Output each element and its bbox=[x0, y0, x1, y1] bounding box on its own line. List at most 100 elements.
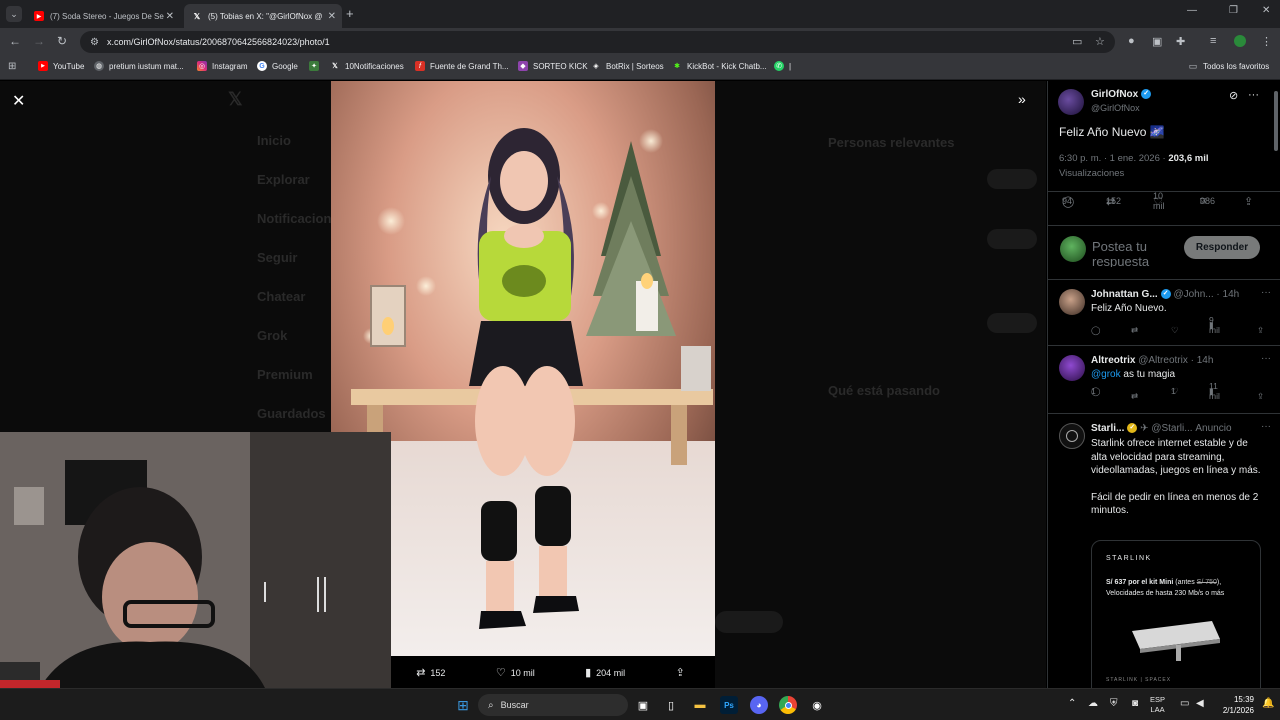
reply-author[interactable]: Altreotrix @Altreotrix · 14h bbox=[1091, 355, 1213, 366]
windows-start-icon[interactable]: ⊞ bbox=[454, 696, 472, 714]
more-options-icon[interactable]: ··· bbox=[1261, 421, 1271, 432]
bookmark-notificaciones[interactable]: 𝕏 10Notificaciones bbox=[330, 61, 404, 71]
profile-avatar-icon[interactable] bbox=[1234, 35, 1246, 50]
reply-item[interactable]: Johnattan G... ✓ @John... · 14h ··· Feliz… bbox=[1048, 281, 1280, 345]
author-handle[interactable]: @GirlOfNox bbox=[1091, 103, 1140, 113]
taskbar-search[interactable]: ⌕ Buscar bbox=[478, 694, 628, 716]
retweet-icon[interactable]: ⇄ bbox=[1131, 325, 1138, 336]
reply-avatar[interactable] bbox=[1059, 289, 1085, 315]
reading-list-icon[interactable]: ≡ bbox=[1210, 35, 1216, 47]
bookmark-kickbot[interactable]: ✱ KickBot - Kick Chatb... bbox=[672, 61, 767, 71]
tray-shield-icon[interactable]: ⛨ bbox=[1110, 698, 1118, 709]
composer-avatar bbox=[1060, 236, 1086, 262]
reply-author[interactable]: Johnattan G... ✓ @John... · 14h bbox=[1091, 289, 1239, 300]
heart-icon[interactable]: ♡ bbox=[1171, 325, 1179, 336]
forward-arrow-icon[interactable]: → bbox=[33, 34, 45, 48]
bookmark-label: pretium iustum mat... bbox=[109, 61, 184, 71]
reply-avatar[interactable] bbox=[1059, 355, 1085, 381]
tray-expand-icon[interactable]: ⌃ bbox=[1068, 698, 1076, 709]
bookmark-count: 986 bbox=[1200, 196, 1216, 206]
task-view-icon[interactable]: ▣ bbox=[634, 696, 652, 714]
tab-label: (5) Tobias en X: "@GirlOfNox @ bbox=[208, 11, 323, 21]
ghost-nav-premium: Premium bbox=[257, 367, 313, 382]
post-views-label: Visualizaciones bbox=[1059, 168, 1125, 179]
app-icon[interactable]: ▯ bbox=[662, 696, 680, 714]
reload-icon[interactable]: ↻ bbox=[57, 34, 67, 48]
bookmark-star-icon[interactable]: ☆ bbox=[1095, 35, 1105, 48]
retweet-count: 152 bbox=[1106, 196, 1122, 206]
new-tab-button[interactable]: + bbox=[346, 6, 354, 21]
like-count: 1 bbox=[1171, 386, 1176, 396]
bookmark-sorteo-kick[interactable]: ◆ SORTEO KICK bbox=[518, 61, 588, 71]
extensions-puzzle-icon[interactable]: ✚ bbox=[1176, 35, 1185, 48]
mention-link[interactable]: @grok bbox=[1091, 369, 1121, 380]
minimize-icon[interactable]: — bbox=[1187, 5, 1197, 16]
ad-avatar[interactable] bbox=[1059, 423, 1085, 449]
close-photo-icon[interactable]: ✕ bbox=[12, 91, 25, 111]
retweet-icon[interactable]: ⇄ bbox=[1131, 391, 1138, 402]
reply-item[interactable]: Altreotrix @Altreotrix · 14h ··· @grok a… bbox=[1048, 347, 1280, 411]
more-options-icon[interactable]: ··· bbox=[1261, 287, 1271, 298]
network-icon[interactable]: ▭ bbox=[1180, 698, 1189, 709]
more-options-icon[interactable]: ··· bbox=[1248, 89, 1259, 101]
photo-share-button[interactable]: ⇪ bbox=[676, 666, 690, 679]
bookmark-botrix[interactable]: ◈ BotRix | Sorteos bbox=[591, 61, 663, 71]
tab-x-post[interactable]: 𝕏 (5) Tobias en X: "@GirlOfNox @ ✕ bbox=[184, 4, 342, 28]
bookmark-google[interactable]: G Google bbox=[257, 61, 298, 71]
ad-handle: @Starli... bbox=[1151, 423, 1193, 434]
notification-bell-icon[interactable]: 🔔 bbox=[1262, 698, 1274, 709]
cast-icon[interactable]: ▭ bbox=[1072, 35, 1082, 48]
more-options-icon[interactable]: ··· bbox=[1261, 353, 1271, 364]
bookmark-whatsapp[interactable]: ✆ | bbox=[774, 61, 791, 71]
panel-scrollbar[interactable] bbox=[1274, 91, 1278, 151]
bookmark-pretium[interactable]: ◍ pretium iustum mat... bbox=[94, 61, 184, 71]
bookmark-youtube[interactable]: ▶ YouTube bbox=[38, 61, 84, 71]
photo-views-button[interactable]: ▮ 204 mil bbox=[585, 666, 625, 679]
tab-search-button[interactable]: ⌄ bbox=[6, 6, 22, 22]
ad-item[interactable]: Starli... ✓ ✈ @Starli... Anuncio ··· Star… bbox=[1048, 415, 1280, 688]
bookmark-fuente-gta[interactable]: f Fuente de Grand Th... bbox=[415, 61, 509, 71]
bookmark-extension[interactable]: ✦ bbox=[309, 61, 324, 71]
site-info-icon[interactable]: ⚙ bbox=[90, 37, 99, 48]
share-icon[interactable]: ⇪ bbox=[1257, 325, 1264, 336]
bookmark-label: YouTube bbox=[53, 61, 85, 71]
discord-icon[interactable]: ◕ bbox=[750, 696, 768, 714]
reply-handle: @Altreotrix · 14h bbox=[1138, 355, 1214, 366]
reply-icon[interactable]: ◯ bbox=[1091, 325, 1101, 336]
photo-like-button[interactable]: ♡ 10 mil bbox=[496, 666, 535, 679]
tray-mic-icon[interactable]: ◙ bbox=[1132, 698, 1138, 709]
tray-app-icon[interactable]: ☁ bbox=[1088, 698, 1098, 709]
divider bbox=[1048, 413, 1280, 414]
restore-icon[interactable]: ❐ bbox=[1229, 5, 1238, 16]
chrome-icon[interactable] bbox=[779, 696, 797, 714]
bookmark-instagram[interactable]: ◎ Instagram bbox=[197, 61, 248, 71]
reply-button[interactable]: Responder bbox=[1184, 236, 1260, 259]
extension-a-icon[interactable]: ● bbox=[1128, 35, 1135, 47]
photo-retweet-button[interactable]: ⇄ 152 bbox=[416, 666, 445, 679]
apps-grid-icon[interactable]: ⊞ bbox=[8, 61, 16, 72]
photoshop-icon[interactable]: Ps bbox=[720, 696, 738, 714]
grok-icon[interactable]: ⊘ bbox=[1229, 89, 1238, 102]
expand-panel-icon[interactable]: » bbox=[1018, 91, 1026, 107]
author-name[interactable]: GirlOfNox ✓ bbox=[1091, 89, 1152, 100]
author-avatar[interactable] bbox=[1058, 89, 1084, 115]
ad-author-name: Starli... bbox=[1091, 423, 1125, 434]
back-arrow-icon[interactable]: ← bbox=[9, 34, 21, 48]
reply-input[interactable]: Postea tu respuesta bbox=[1092, 239, 1182, 267]
ad-media-card[interactable]: STARLINK S/ 637 por el kit Mini (antes S… bbox=[1091, 540, 1261, 688]
volume-icon[interactable]: ◀ bbox=[1196, 698, 1204, 709]
chrome-menu-icon[interactable]: ⋮ bbox=[1261, 35, 1272, 48]
obs-icon[interactable]: ◉ bbox=[808, 696, 826, 714]
all-bookmarks-folder[interactable]: ▭ Todos los favoritos bbox=[1188, 61, 1270, 71]
file-explorer-icon[interactable]: ▬ bbox=[691, 696, 709, 714]
taskbar-clock[interactable]: 15:39 2/1/2026 bbox=[1212, 694, 1254, 716]
tab-close-icon[interactable]: ✕ bbox=[328, 11, 336, 22]
tab-youtube[interactable]: ▶ (7) Soda Stereo - Juegos De Se ✕ bbox=[26, 4, 180, 28]
window-close-icon[interactable]: ✕ bbox=[1262, 5, 1270, 16]
extension-b-icon[interactable]: ▣ bbox=[1152, 35, 1162, 48]
language-indicator[interactable]: ESP LAA bbox=[1150, 695, 1165, 715]
tab-close-icon[interactable]: ✕ bbox=[166, 11, 174, 22]
share-icon[interactable]: ⇪ bbox=[1257, 391, 1264, 402]
ad-author[interactable]: Starli... ✓ ✈ @Starli... Anuncio bbox=[1091, 423, 1232, 434]
address-bar[interactable]: ⚙ x.com/GirlOfNox/status/200687064256682… bbox=[80, 31, 1115, 53]
